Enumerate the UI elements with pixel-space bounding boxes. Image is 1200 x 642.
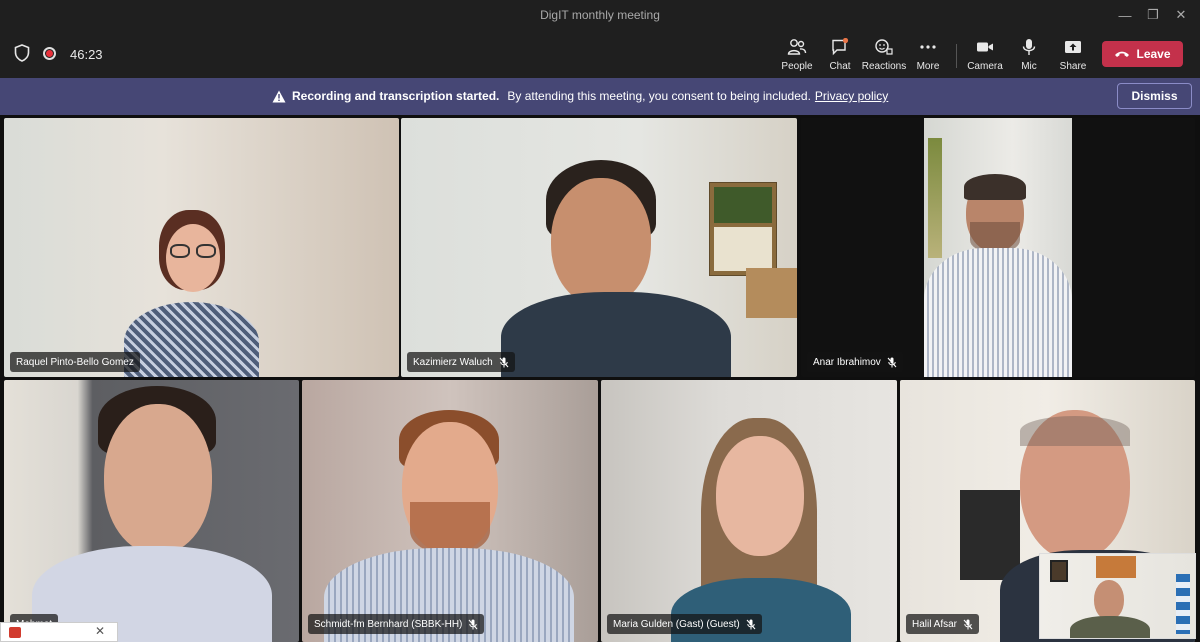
mic-icon <box>1022 39 1036 55</box>
mic-off-icon <box>746 619 756 629</box>
plant <box>928 138 942 258</box>
close-icon[interactable]: ✕ <box>95 624 105 638</box>
mic-button[interactable]: Mic <box>1005 36 1053 76</box>
participant-name: Halil Afsar <box>912 618 958 630</box>
participant-video <box>324 410 574 642</box>
camera-button[interactable]: Camera <box>961 36 1009 76</box>
participant-name-tag: Raquel Pinto-Bello Gomez <box>10 352 140 372</box>
more-icon <box>920 45 936 49</box>
participant-name-tag: Anar Ibrahimov <box>807 352 903 372</box>
participant-video <box>501 160 731 377</box>
people-label: People <box>781 61 813 72</box>
meeting-toolbar: 46:23 People Chat Reactions More Camera … <box>0 30 1200 78</box>
title-bar: DigIT monthly meeting — ❐ ✕ <box>0 0 1200 30</box>
participant-video <box>32 386 272 642</box>
minimize-button[interactable]: — <box>1112 5 1138 25</box>
video-tile[interactable]: Maria Gulden (Gast) (Guest) <box>601 380 897 642</box>
shield-icon[interactable] <box>14 44 30 62</box>
wall-picture <box>1050 560 1068 582</box>
recording-banner: Recording and transcription started. By … <box>0 78 1200 115</box>
meeting-timer: 46:23 <box>70 47 103 62</box>
dismiss-button[interactable]: Dismiss <box>1117 83 1192 109</box>
toolbar-divider <box>956 44 957 68</box>
video-tile[interactable]: Raquel Pinto-Bello Gomez <box>4 118 399 377</box>
participant-name-tag: Halil Afsar <box>906 614 980 634</box>
window-title: DigIT monthly meeting <box>540 8 660 22</box>
camera-icon <box>977 42 993 52</box>
video-tile[interactable]: Schmidt-fm Bernhard (SBBK-HH) <box>302 380 598 642</box>
privacy-policy-link[interactable]: Privacy policy <box>815 89 888 103</box>
participant-name: Schmidt-fm Bernhard (SBBK-HH) <box>314 618 463 630</box>
video-tile[interactable]: Mehmet <box>4 380 299 642</box>
app-icon <box>9 627 21 638</box>
mic-off-icon <box>887 357 897 367</box>
participant-name: Maria Gulden (Gast) (Guest) <box>613 618 740 630</box>
participant-video <box>924 118 1072 377</box>
chat-icon <box>832 38 849 56</box>
wall-picture <box>1096 556 1136 578</box>
camera-label: Camera <box>967 61 1003 72</box>
participant-name: Raquel Pinto-Bello Gomez <box>16 356 134 368</box>
participant-name: Anar Ibrahimov <box>813 356 881 368</box>
participant-name-tag: Kazimierz Waluch <box>407 352 515 372</box>
restore-icon: ❐ <box>1147 7 1159 22</box>
banner-message: Recording and transcription started. By … <box>272 89 888 103</box>
mic-label: Mic <box>1021 61 1037 72</box>
banner-title: Recording and transcription started. <box>292 89 500 103</box>
participant-name: Kazimierz Waluch <box>413 356 493 368</box>
self-view[interactable] <box>1039 553 1196 639</box>
more-label: More <box>916 61 940 72</box>
reactions-button[interactable]: Reactions <box>860 36 908 76</box>
warning-icon <box>272 90 286 102</box>
mic-off-icon <box>963 619 973 629</box>
participant-video <box>124 210 259 377</box>
more-button[interactable]: More <box>904 36 952 76</box>
share-button[interactable]: Share <box>1049 36 1097 76</box>
close-icon: ✕ <box>1175 7 1187 22</box>
participant-video <box>661 418 861 642</box>
wall-badges <box>1176 574 1190 634</box>
taskbar-thumbnail[interactable]: ✕ <box>0 622 118 642</box>
cork-board <box>746 268 797 318</box>
banner-text: By attending this meeting, you consent t… <box>507 89 811 103</box>
chat-button[interactable]: Chat <box>816 36 864 76</box>
leave-label: Leave <box>1136 47 1171 61</box>
reactions-icon <box>875 39 893 55</box>
minimize-icon: — <box>1118 7 1132 23</box>
participant-name-tag: Maria Gulden (Gast) (Guest) <box>607 614 762 634</box>
participant-name-tag: Schmidt-fm Bernhard (SBBK-HH) <box>308 614 485 634</box>
mic-off-icon <box>468 619 478 629</box>
chat-label: Chat <box>829 61 851 72</box>
video-tile[interactable]: Kazimierz Waluch <box>401 118 797 377</box>
people-button[interactable]: People <box>773 36 821 76</box>
close-window-button[interactable]: ✕ <box>1168 5 1194 25</box>
leave-button[interactable]: Leave <box>1102 41 1183 67</box>
record-icon <box>43 47 56 60</box>
share-icon <box>1065 41 1081 53</box>
share-label: Share <box>1059 61 1087 72</box>
video-tile[interactable]: Anar Ibrahimov <box>801 118 1195 377</box>
phone-hangup-icon <box>1115 51 1130 57</box>
reactions-label: Reactions <box>861 61 907 72</box>
restore-button[interactable]: ❐ <box>1140 5 1166 25</box>
people-icon <box>787 39 807 55</box>
mic-off-icon <box>499 357 509 367</box>
